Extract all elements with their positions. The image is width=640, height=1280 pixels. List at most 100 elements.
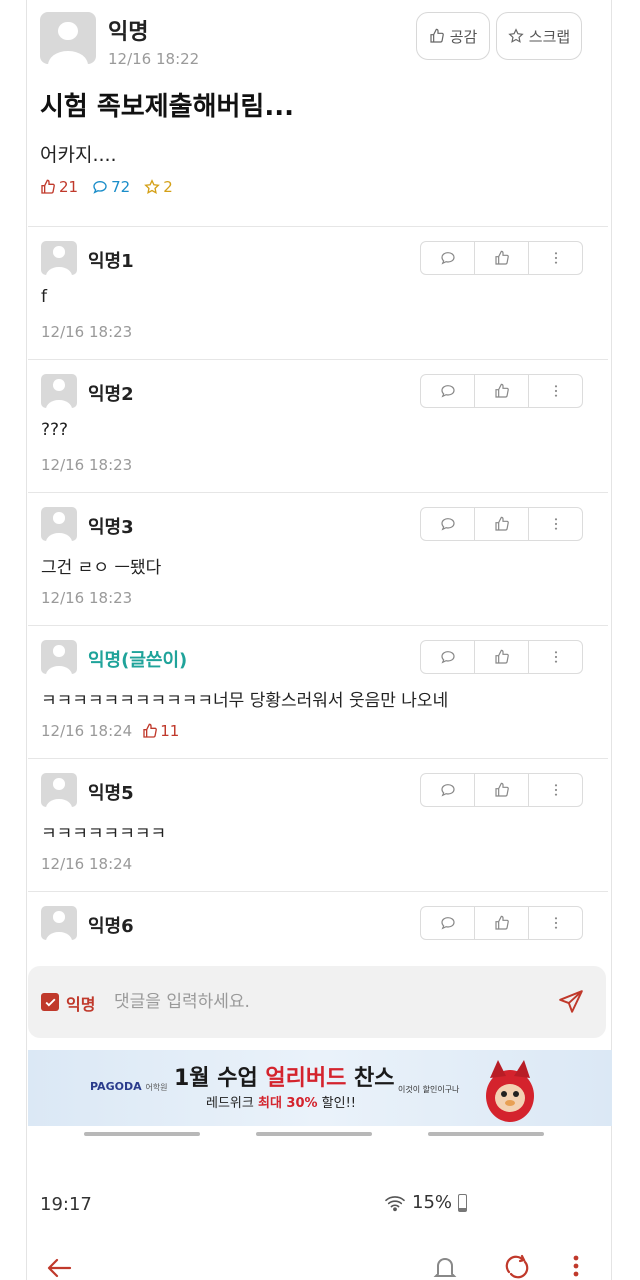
wifi-icon [385, 1195, 405, 1211]
like-button[interactable]: 공감 [416, 12, 490, 60]
comment-more-button[interactable] [529, 641, 582, 673]
ad-sub-post: 할인!! [317, 1096, 357, 1111]
reply-button[interactable] [421, 641, 475, 673]
post-title: 시험 족보제출해버림... [40, 92, 294, 122]
notification-button[interactable] [430, 1252, 460, 1280]
speech-bubble-icon [93, 180, 107, 194]
comment-author: 익명3 [88, 517, 134, 538]
ad-headline-post: 찬스 [346, 1066, 395, 1091]
avatar [41, 906, 77, 940]
anonymous-checkbox[interactable] [41, 993, 59, 1011]
speech-bubble-icon [440, 518, 455, 531]
refresh-icon [505, 1254, 529, 1279]
back-button[interactable] [44, 1252, 74, 1280]
more-menu-button[interactable] [566, 1252, 586, 1280]
comment-author: 익명6 [88, 916, 134, 937]
comment-item: 익명(글쓴이) ㅋㅋㅋㅋㅋㅋㅋㅋㅋㅋㅋ너무 당황스러워서 웃음만 나오네 12/… [28, 625, 608, 758]
comment-body: ??? [41, 420, 69, 440]
ad-logo: PAGODA 어학원 [90, 1080, 168, 1093]
thumbs-up-icon [494, 383, 509, 398]
refresh-button[interactable] [502, 1252, 532, 1280]
battery-percent: 15% [412, 1192, 453, 1213]
comment-body: 그건 ㄹㅇ ㅡ됐다 [41, 558, 162, 578]
comment-like-button[interactable] [475, 641, 529, 673]
scroll-indicator [28, 1132, 612, 1140]
comment-author: 익명5 [88, 783, 134, 804]
comment-meta: 12/16 18:24 11 [41, 722, 179, 740]
star-icon [508, 28, 524, 43]
comment-author: 익명1 [88, 251, 134, 272]
more-vertical-icon [554, 518, 557, 530]
comment-actions [420, 374, 583, 408]
post-stats: 21 72 2 [40, 178, 173, 196]
avatar [41, 241, 77, 275]
comment-meta: 12/16 18:23 [41, 589, 132, 607]
ad-side-text: 이것이 할인이구나 [398, 1085, 460, 1094]
ad-logo-sub: 어학원 [145, 1083, 168, 1092]
reply-button[interactable] [421, 375, 475, 407]
scrap-button[interactable]: 스크랩 [496, 12, 582, 60]
status-time: 19:17 [40, 1194, 92, 1215]
comment-author-op: 익명(글쓴이) [88, 650, 188, 671]
comment-time: 12/16 18:24 [41, 722, 133, 740]
status-indicators: 15% [384, 1192, 468, 1213]
comment-time: 12/16 18:23 [41, 456, 133, 474]
avatar [41, 640, 77, 674]
comment-vote-value: 11 [160, 722, 180, 740]
avatar [40, 12, 96, 64]
like-count-value: 21 [59, 178, 79, 196]
more-vertical-icon [573, 1255, 579, 1277]
comment-body: f [41, 287, 47, 307]
thumbs-up-icon [494, 516, 509, 531]
comment-meta: 12/16 18:24 [41, 855, 132, 873]
check-icon [44, 998, 56, 1007]
comment-more-button[interactable] [529, 774, 582, 806]
comment-like-button[interactable] [475, 774, 529, 806]
anonymous-label[interactable]: 익명 [66, 991, 95, 1015]
comment-more-button[interactable] [529, 242, 582, 274]
more-vertical-icon [554, 252, 557, 264]
comment-like-button[interactable] [475, 242, 529, 274]
thumbs-up-icon [494, 915, 509, 930]
thumbs-up-icon [143, 723, 158, 738]
post-time: 12/16 18:22 [108, 50, 200, 68]
ad-banner[interactable]: PAGODA 어학원 1월 수업 얼리버드 찬스 레드위크 최대 30% 할인!… [28, 1050, 612, 1126]
speech-bubble-icon [440, 784, 455, 797]
more-vertical-icon [554, 385, 557, 397]
comment-more-button[interactable] [529, 375, 582, 407]
scroll-indicator-bar [256, 1132, 372, 1136]
comment-like-button[interactable] [475, 375, 529, 407]
comment-meta: 12/16 18:23 [41, 323, 132, 341]
comment-input-bar: 익명 [28, 966, 606, 1038]
comment-body: ㅋㅋㅋㅋㅋㅋㅋㅋㅋㅋㅋ너무 당황스러워서 웃음만 나오네 [41, 691, 449, 711]
comment-more-button[interactable] [529, 907, 582, 939]
thumbs-up-icon [494, 649, 509, 664]
reply-button[interactable] [421, 774, 475, 806]
comment-more-button[interactable] [529, 508, 582, 540]
comment-time: 12/16 18:23 [41, 589, 133, 607]
thumbs-up-icon [430, 28, 444, 43]
comment-input[interactable] [114, 986, 514, 1018]
ad-sub-bold: 최대 30% [257, 1096, 318, 1111]
speech-bubble-icon [440, 651, 455, 664]
comment-time: 12/16 18:24 [41, 855, 133, 873]
reply-button[interactable] [421, 907, 475, 939]
comment-like-button[interactable] [475, 907, 529, 939]
comment-meta: 12/16 18:23 [41, 456, 132, 474]
like-count: 21 [40, 178, 78, 196]
reply-button[interactable] [421, 242, 475, 274]
more-vertical-icon [554, 784, 557, 796]
send-button[interactable] [556, 988, 586, 1016]
ad-mascot-image [486, 1060, 534, 1122]
comment-item: 익명5 ㅋㅋㅋㅋㅋㅋㅋㅋ 12/16 18:24 [28, 758, 608, 891]
star-icon [144, 179, 161, 195]
comment-like-button[interactable] [475, 508, 529, 540]
battery-icon [458, 1193, 468, 1212]
reply-button[interactable] [421, 508, 475, 540]
send-icon [559, 990, 583, 1013]
ad-subline: 레드위크 최대 30% 할인!! [206, 1092, 356, 1111]
scrap-count-value: 2 [163, 178, 173, 196]
scrap-count: 2 [144, 178, 173, 196]
more-vertical-icon [554, 651, 557, 663]
comment-actions [420, 773, 583, 807]
